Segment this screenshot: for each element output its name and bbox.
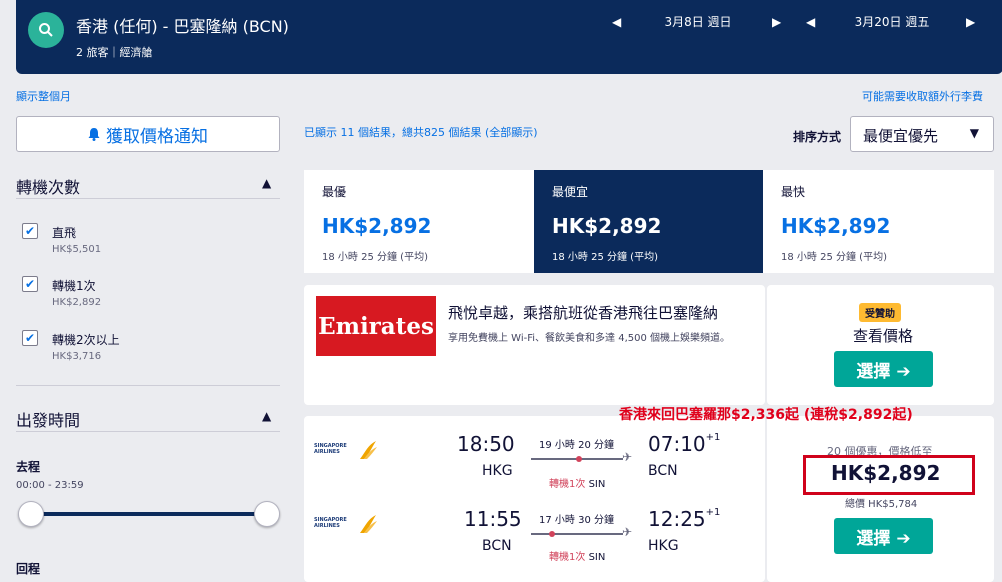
slider-end-handle[interactable]	[254, 501, 280, 527]
prev-return-date-icon[interactable]: ◀	[806, 15, 818, 29]
arrival-airport: BCN	[648, 463, 678, 479]
outbound-time-range: 00:00 - 23:59	[16, 480, 84, 491]
stop-info: 轉機1次 SIN	[549, 475, 605, 490]
flight-duration: 17 小時 30 分鐘	[539, 515, 614, 526]
tab-fastest[interactable]: 最快 HK$2,892 18 小時 25 分鐘 (平均)	[763, 170, 994, 273]
time-filter-title: 出發時間	[16, 411, 81, 430]
price-alert-label: 獲取價格通知	[106, 126, 208, 147]
stop-filter-price: HK$5,501	[52, 244, 102, 255]
promo-annotation: 香港來回巴塞羅那$2,336起 (連稅$2,892起)	[619, 407, 913, 423]
stop-count: 轉機1次	[549, 552, 586, 563]
stop-airport: SIN	[588, 552, 606, 563]
flight-select-button[interactable]: 選擇 ➔	[834, 518, 933, 554]
ad-title: 飛悅卓越，乘搭航班從香港飛往巴塞隆納	[448, 304, 719, 322]
tab-duration: 18 小時 25 分鐘 (平均)	[781, 252, 887, 263]
checkbox-checked-icon[interactable]: ✔	[22, 223, 38, 239]
route-title[interactable]: 香港 (任何) - 巴塞隆納 (BCN)	[76, 13, 289, 37]
departure-time: 18:50	[457, 432, 515, 456]
divider	[16, 198, 280, 199]
sponsored-badge: 受贊助	[859, 303, 901, 322]
departure-airport: BCN	[482, 538, 512, 554]
stop-filter-label: 直飛	[52, 226, 77, 240]
prev-depart-date-icon[interactable]: ◀	[612, 15, 624, 29]
sort-dropdown[interactable]: 最便宜優先 ▼	[850, 116, 994, 152]
flight-duration: 19 小時 20 分鐘	[539, 440, 614, 451]
departure-airport: HKG	[482, 463, 513, 479]
search-icon[interactable]	[28, 12, 64, 48]
depart-date[interactable]: 3月8日 週日	[624, 13, 772, 30]
tab-cheapest[interactable]: 最便宜 HK$2,892 18 小時 25 分鐘 (平均)	[534, 170, 763, 273]
stop-filter-price: HK$2,892	[52, 297, 102, 308]
checkbox-checked-icon[interactable]: ✔	[22, 276, 38, 292]
return-date-nav: ◀ 3月20日 週五 ▶	[806, 13, 978, 30]
singapore-airlines-logo: SINGAPORE AIRLINES	[314, 511, 378, 537]
day-offset: +1	[705, 507, 721, 518]
departure-time: 11:55	[464, 507, 522, 531]
tab-price: HK$2,892	[781, 214, 891, 238]
stop-airport: SIN	[588, 479, 606, 490]
stop-filter-price: HK$3,716	[52, 351, 102, 362]
stop-dot	[549, 531, 555, 537]
tab-duration: 18 小時 25 分鐘 (平均)	[322, 252, 428, 263]
tab-best[interactable]: 最優 HK$2,892 18 小時 25 分鐘 (平均)	[304, 170, 534, 273]
passenger-class[interactable]: 2 旅客｜經濟艙	[76, 44, 153, 60]
day-offset: +1	[705, 432, 721, 443]
bell-icon	[88, 128, 100, 141]
stop-filter-label: 轉機1次	[52, 279, 96, 293]
tab-price: HK$2,892	[552, 214, 662, 238]
singapore-airlines-logo: SINGAPORE AIRLINES	[314, 437, 378, 463]
depart-date-nav: ◀ 3月8日 週日 ▶	[612, 13, 784, 30]
ad-description: 享用免費機上 Wi-Fi、餐飲美食和多達 4,500 個機上娛樂頻道。	[448, 333, 731, 344]
stop-info: 轉機1次 SIN	[549, 548, 605, 563]
slider-start-handle[interactable]	[18, 501, 44, 527]
tab-price: HK$2,892	[322, 214, 432, 238]
price-alert-button[interactable]: 獲取價格通知	[16, 116, 280, 152]
tab-label: 最便宜	[552, 185, 589, 199]
chevron-up-icon[interactable]: ▲	[262, 176, 271, 190]
route-line	[531, 533, 623, 535]
outbound-label: 去程	[16, 460, 41, 474]
airline-name: SINGAPORE AIRLINES	[314, 517, 347, 529]
arrival-time-value: 07:10	[648, 432, 706, 456]
return-date[interactable]: 3月20日 週五	[818, 13, 966, 30]
sort-value: 最便宜優先	[863, 127, 939, 145]
tab-duration: 18 小時 25 分鐘 (平均)	[552, 252, 658, 263]
tab-label: 最快	[781, 185, 806, 199]
stops-filter-title: 轉機次數	[16, 178, 81, 197]
stop-dot	[576, 456, 582, 462]
highlight-box	[803, 455, 975, 495]
arrival-time: 12:25+1	[648, 507, 720, 531]
ad-select-button[interactable]: 選擇 ➔	[834, 351, 933, 387]
show-month-link[interactable]: 顯示整個月	[16, 88, 71, 104]
plane-icon: ✈	[622, 525, 633, 539]
search-header[interactable]: 香港 (任何) - 巴塞隆納 (BCN) 2 旅客｜經濟艙 ◀ 3月8日 週日 …	[16, 0, 1002, 74]
view-price-label: 查看價格	[853, 327, 914, 345]
bird-icon	[360, 515, 377, 533]
tab-label: 最優	[322, 185, 347, 199]
chevron-down-icon: ▼	[969, 126, 979, 140]
chevron-up-icon[interactable]: ▲	[262, 409, 271, 423]
emirates-logo: Emirates	[316, 296, 436, 356]
next-return-date-icon[interactable]: ▶	[966, 15, 978, 29]
total-price: 總價 HK$5,784	[845, 499, 918, 510]
baggage-fee-link[interactable]: 可能需要收取額外行李費	[862, 88, 983, 104]
arrival-time: 07:10+1	[648, 432, 720, 456]
arrival-time-value: 12:25	[648, 507, 706, 531]
stop-count: 轉機1次	[549, 479, 586, 490]
checkbox-checked-icon[interactable]: ✔	[22, 330, 38, 346]
bird-icon	[360, 441, 377, 459]
divider	[16, 431, 280, 432]
airline-name: SINGAPORE AIRLINES	[314, 443, 347, 455]
divider	[16, 385, 280, 386]
outbound-time-slider[interactable]	[30, 512, 268, 516]
next-depart-date-icon[interactable]: ▶	[772, 15, 784, 29]
results-count[interactable]: 已顯示 11 個結果，總共825 個結果 (全部顯示)	[304, 124, 538, 140]
sort-label: 排序方式	[793, 130, 842, 144]
stop-filter-label: 轉機2次以上	[52, 333, 120, 347]
return-label: 回程	[16, 562, 41, 576]
plane-icon: ✈	[622, 450, 633, 464]
arrival-airport: HKG	[648, 538, 679, 554]
